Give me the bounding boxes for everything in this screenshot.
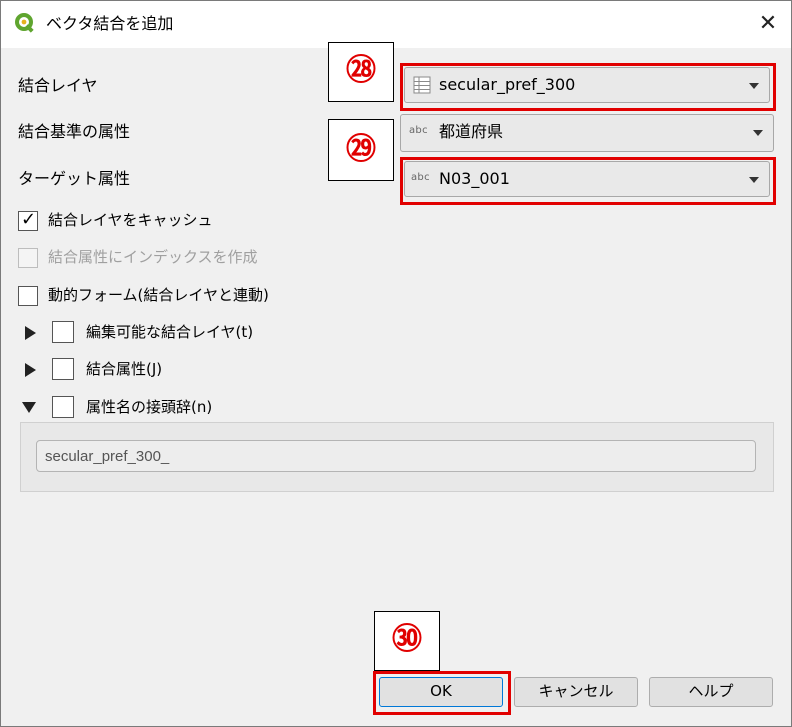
join-layer-value: secular_pref_300: [439, 75, 576, 94]
index-checkbox: [18, 248, 38, 268]
table-icon: [413, 76, 431, 94]
callout-28-text: ㉘: [346, 53, 376, 88]
expand-right-icon[interactable]: [25, 363, 36, 377]
cache-checkbox[interactable]: ✓: [18, 209, 38, 231]
qgis-logo-icon: [15, 13, 34, 33]
check-icon: ✓: [21, 209, 37, 230]
editable-label: 編集可能な結合レイヤ(t): [86, 323, 254, 341]
close-icon[interactable]: ✕: [754, 10, 782, 38]
join-field-combo[interactable]: abc 都道府県: [400, 114, 774, 152]
join-field-value: 都道府県: [439, 122, 504, 141]
join-layer-combo[interactable]: secular_pref_300: [404, 67, 770, 103]
callout-29: ㉙: [328, 119, 394, 181]
prefix-input[interactable]: [37, 441, 755, 471]
prefix-checkbox[interactable]: [52, 396, 74, 418]
expand-right-icon[interactable]: [25, 326, 36, 340]
help-button[interactable]: ヘルプ: [649, 677, 773, 707]
chevron-down-icon: [753, 130, 763, 136]
dynamic-form-checkbox[interactable]: [18, 286, 38, 306]
collapse-down-icon[interactable]: [22, 402, 36, 413]
join-layer-label: 結合レイヤ: [18, 76, 98, 95]
callout-30-text: ㉚: [392, 622, 422, 657]
text-field-icon: abc: [409, 125, 428, 136]
callout-29-text: ㉙: [346, 132, 376, 167]
editable-checkbox[interactable]: [52, 321, 74, 343]
joined-fields-checkbox[interactable]: [52, 358, 74, 380]
text-field-icon: abc: [411, 172, 430, 183]
target-field-value: N03_001: [439, 169, 510, 188]
cancel-button[interactable]: キャンセル: [514, 677, 638, 707]
chevron-down-icon: [749, 177, 759, 183]
callout-28: ㉘: [328, 42, 394, 102]
target-field-label: ターゲット属性: [18, 169, 131, 188]
join-field-label: 結合基準の属性: [18, 122, 131, 141]
joined-fields-label: 結合属性(J): [86, 360, 163, 378]
ok-button[interactable]: OK: [379, 677, 503, 707]
dynamic-form-label: 動的フォーム(結合レイヤと連動): [48, 286, 269, 304]
cache-label: 結合レイヤをキャッシュ: [48, 211, 213, 229]
callout-30: ㉚: [374, 611, 440, 671]
index-label: 結合属性にインデックスを作成: [48, 248, 258, 266]
target-field-combo[interactable]: abc N03_001: [404, 161, 770, 197]
prefix-input-wrap[interactable]: [36, 440, 756, 472]
window-title: ベクタ結合を追加: [46, 14, 174, 33]
chevron-down-icon: [749, 83, 759, 89]
prefix-label: 属性名の接頭辞(n): [86, 398, 213, 416]
